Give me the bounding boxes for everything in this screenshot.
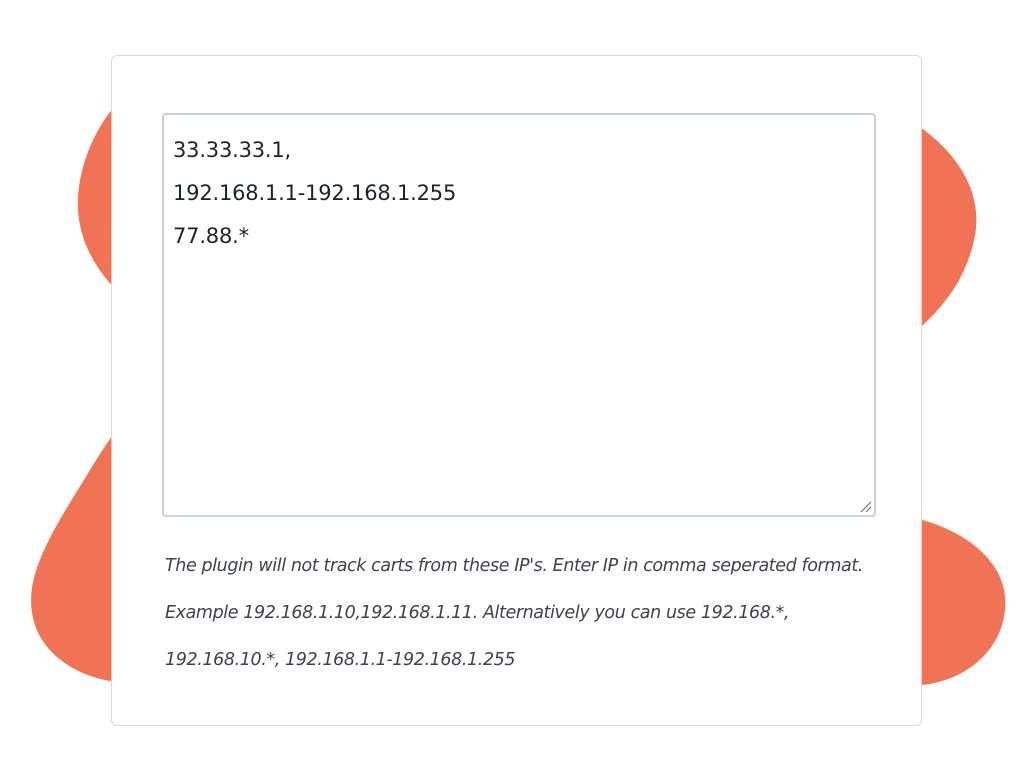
ip-entry: 33.33.33.1, — [173, 138, 292, 162]
ip-entry: 77.88.* — [173, 224, 249, 248]
ip-exclusion-textarea[interactable]: 33.33.33.1, 192.168.1.1-192.168.1.255 77… — [162, 113, 876, 517]
resize-handle-icon[interactable] — [858, 499, 872, 513]
ip-exclusion-help-text: The plugin will not track carts from the… — [165, 556, 863, 670]
page: 33.33.33.1, 192.168.1.1-192.168.1.255 77… — [0, 0, 1024, 780]
settings-card: 33.33.33.1, 192.168.1.1-192.168.1.255 77… — [111, 55, 922, 726]
ip-entry: 192.168.1.1-192.168.1.255 — [173, 181, 457, 205]
